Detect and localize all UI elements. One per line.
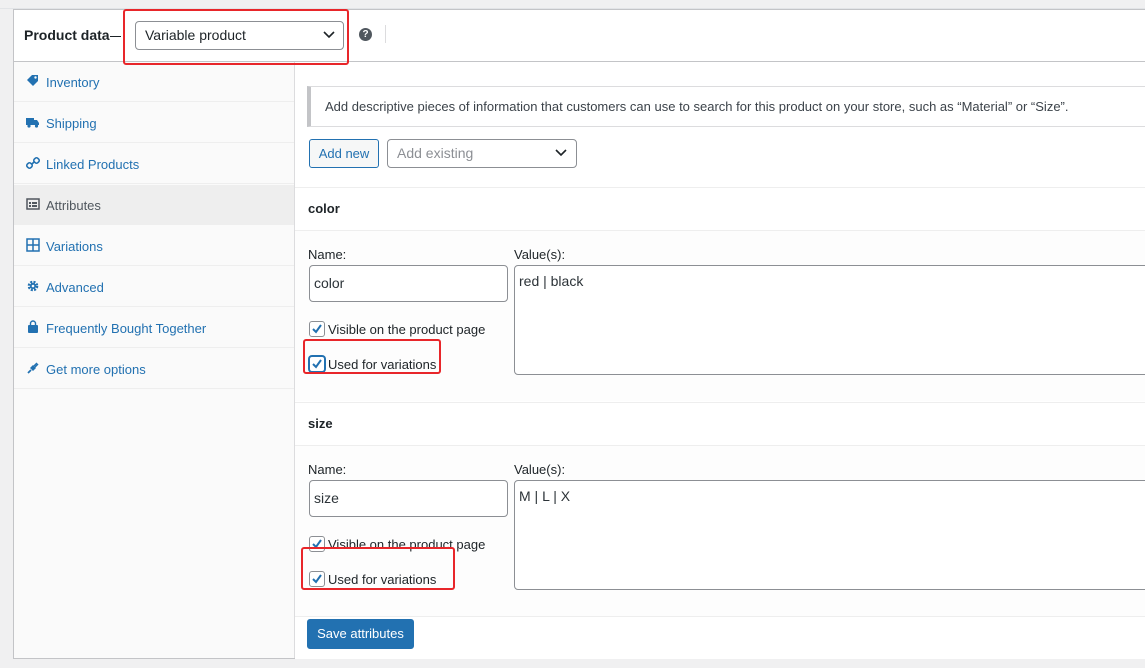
gear-icon <box>27 280 39 292</box>
chevron-down-icon <box>555 149 567 157</box>
attribute-name-input[interactable]: size <box>309 480 508 517</box>
header-divider <box>385 25 386 43</box>
tab-advanced[interactable]: Advanced <box>14 267 294 307</box>
attribute-heading: color <box>308 201 340 216</box>
attributes-notice: Add descriptive pieces of information th… <box>307 86 1145 127</box>
attribute-values-textarea[interactable]: red | black <box>514 265 1145 375</box>
tab-label: Attributes <box>46 198 101 213</box>
visible-checkbox[interactable] <box>309 536 325 552</box>
checkmark-icon <box>312 359 322 369</box>
checkmark-icon <box>312 574 322 584</box>
attribute-header-color[interactable]: color <box>295 187 1145 231</box>
tab-label: Advanced <box>46 280 104 295</box>
plugin-icon <box>27 362 39 374</box>
checkmark-icon <box>312 324 322 334</box>
tab-inventory[interactable]: Inventory <box>14 62 294 102</box>
tab-linked-products[interactable]: Linked Products <box>14 144 294 184</box>
save-attributes-button[interactable]: Save attributes <box>307 619 414 649</box>
chevron-down-icon <box>323 31 335 39</box>
tab-shipping[interactable]: Shipping <box>14 103 294 143</box>
product-data-header: Product data Variable product ? <box>14 10 1145 62</box>
tab-label: Frequently Bought Together <box>46 321 207 336</box>
product-data-panel: Product data Variable product ? Inventor… <box>13 9 1145 659</box>
visible-checkbox[interactable] <box>309 321 325 337</box>
tab-label: Get more options <box>46 362 146 377</box>
panel-title: Product data <box>24 27 110 43</box>
tab-label: Inventory <box>46 75 100 90</box>
add-existing-placeholder: Add existing <box>397 145 474 161</box>
help-icon[interactable]: ? <box>359 28 372 41</box>
used-for-variations-label: Used for variations <box>328 572 437 587</box>
values-label: Value(s): <box>514 247 566 262</box>
attribute-name-input[interactable]: color <box>309 265 508 302</box>
visible-label: Visible on the product page <box>328 322 486 337</box>
name-label: Name: <box>308 247 347 262</box>
used-for-variations-checkbox[interactable] <box>309 571 325 587</box>
product-data-tabs: Inventory Shipping Linked Products Attri… <box>14 62 295 658</box>
attribute-heading: size <box>308 416 333 431</box>
truck-icon <box>26 118 39 128</box>
tab-label: Variations <box>46 239 103 254</box>
tab-get-more-options[interactable]: Get more options <box>14 349 294 389</box>
tab-variations[interactable]: Variations <box>14 226 294 266</box>
attributes-panel: Add descriptive pieces of information th… <box>295 62 1145 659</box>
add-existing-attribute-select[interactable]: Add existing <box>387 139 577 168</box>
used-for-variations-label: Used for variations <box>328 357 437 372</box>
page-top-strip <box>0 0 1145 9</box>
product-type-value: Variable product <box>145 27 246 43</box>
grid-icon <box>26 238 40 252</box>
attribute-header-size[interactable]: size <box>295 402 1145 446</box>
bag-icon <box>28 320 38 333</box>
table-icon <box>26 198 40 210</box>
tab-frequently-bought-together[interactable]: Frequently Bought Together <box>14 308 294 348</box>
attribute-body-size: Name: size Value(s): M | L | X Visible o… <box>295 446 1145 616</box>
tab-attributes[interactable]: Attributes <box>14 185 294 225</box>
tab-label: Linked Products <box>46 157 140 172</box>
link-icon <box>26 156 40 170</box>
title-dash <box>110 36 121 37</box>
checkmark-icon <box>312 539 322 549</box>
visible-label: Visible on the product page <box>328 537 486 552</box>
product-type-select[interactable]: Variable product <box>135 21 344 50</box>
attribute-body-color: Name: color Value(s): red | black Visibl… <box>295 231 1145 401</box>
attribute-values-textarea[interactable]: M | L | X <box>514 480 1145 590</box>
add-new-attribute-button[interactable]: Add new <box>309 139 379 168</box>
used-for-variations-checkbox[interactable] <box>309 356 325 372</box>
attributes-footer <box>295 616 1145 659</box>
tag-icon <box>27 75 38 86</box>
name-label: Name: <box>308 462 347 477</box>
tab-label: Shipping <box>46 116 97 131</box>
values-label: Value(s): <box>514 462 566 477</box>
